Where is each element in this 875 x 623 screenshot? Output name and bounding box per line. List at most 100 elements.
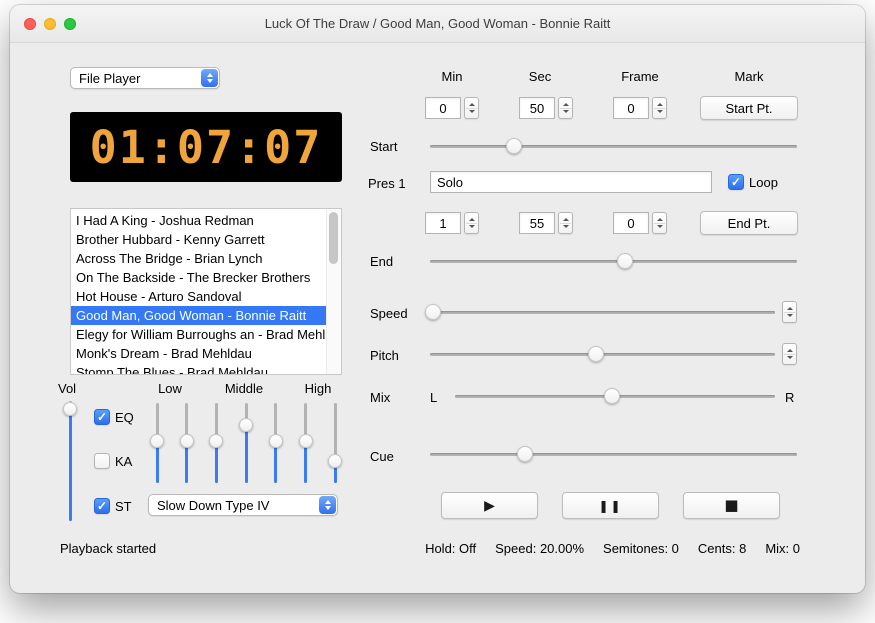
eq-checkbox[interactable]: ✓ EQ bbox=[94, 409, 134, 425]
end-sec-field bbox=[519, 212, 573, 234]
ka-checkbox[interactable]: ✓ KA bbox=[94, 453, 132, 469]
stop-icon: ■ bbox=[724, 496, 739, 514]
eq-band-group bbox=[10, 403, 360, 483]
loop-checkbox[interactable]: ✓ Loop bbox=[728, 174, 778, 190]
checkbox-box[interactable]: ✓ bbox=[94, 498, 110, 514]
stepper-down-icon[interactable] bbox=[786, 356, 793, 359]
cue-slider[interactable] bbox=[430, 446, 797, 462]
pause-button[interactable]: ❚❚ bbox=[562, 492, 659, 519]
slowdown-type-select[interactable]: Slow Down Type IV bbox=[148, 494, 338, 516]
slider-thumb[interactable] bbox=[517, 446, 534, 462]
check-icon: ✓ bbox=[96, 499, 108, 513]
slider-thumb[interactable] bbox=[209, 434, 224, 449]
stepper-down-icon[interactable] bbox=[468, 225, 475, 228]
start-sec-input[interactable] bbox=[519, 97, 555, 119]
check-icon: ✓ bbox=[96, 410, 108, 424]
start-min-field bbox=[425, 97, 479, 119]
eq-band-slider[interactable] bbox=[239, 403, 254, 483]
pitch-slider[interactable] bbox=[430, 346, 775, 362]
start-min-stepper[interactable] bbox=[464, 97, 479, 119]
checkbox-box[interactable]: ✓ bbox=[728, 174, 744, 190]
end-sec-stepper[interactable] bbox=[558, 212, 573, 234]
eq-band-slider[interactable] bbox=[328, 403, 343, 483]
stepper-up-icon[interactable] bbox=[562, 103, 569, 106]
slider-track bbox=[430, 144, 797, 148]
stepper-down-icon[interactable] bbox=[656, 225, 663, 228]
eq-band-slider[interactable] bbox=[298, 403, 313, 483]
end-frame-stepper[interactable] bbox=[652, 212, 667, 234]
list-item[interactable]: Across The Bridge - Brian Lynch bbox=[71, 249, 326, 268]
checkbox-box[interactable]: ✓ bbox=[94, 453, 110, 469]
end-point-button[interactable]: End Pt. bbox=[700, 211, 798, 235]
slider-thumb[interactable] bbox=[298, 434, 313, 449]
start-min-input[interactable] bbox=[425, 97, 461, 119]
st-checkbox[interactable]: ✓ ST bbox=[94, 498, 132, 514]
start-sec-stepper[interactable] bbox=[558, 97, 573, 119]
stepper-up-icon[interactable] bbox=[468, 103, 475, 106]
mix-slider[interactable] bbox=[455, 388, 775, 404]
pres-input[interactable] bbox=[430, 171, 712, 193]
scrollbar-thumb[interactable] bbox=[329, 212, 338, 264]
slider-thumb[interactable] bbox=[603, 388, 620, 404]
start-label: Start bbox=[370, 139, 398, 154]
slider-thumb[interactable] bbox=[616, 253, 633, 269]
slider-thumb[interactable] bbox=[425, 304, 442, 320]
list-item[interactable]: Elegy for William Burroughs an - Brad Me… bbox=[71, 325, 326, 344]
low-label: Low bbox=[158, 381, 182, 396]
pause-icon: ❚❚ bbox=[598, 498, 623, 513]
end-min-stepper[interactable] bbox=[464, 212, 479, 234]
playlist-scrollbar[interactable] bbox=[326, 209, 341, 374]
list-item[interactable]: Good Man, Good Woman - Bonnie Raitt bbox=[71, 306, 326, 325]
slider-fill bbox=[244, 425, 248, 483]
end-sec-input[interactable] bbox=[519, 212, 555, 234]
eq-band-slider[interactable] bbox=[268, 403, 283, 483]
stepper-up-icon[interactable] bbox=[786, 307, 793, 310]
play-button[interactable]: ▶ bbox=[441, 492, 538, 519]
mode-select[interactable]: File Player bbox=[70, 67, 220, 89]
end-min-input[interactable] bbox=[425, 212, 461, 234]
slider-thumb[interactable] bbox=[328, 454, 343, 469]
start-frame-stepper[interactable] bbox=[652, 97, 667, 119]
eq-band-slider[interactable] bbox=[179, 403, 194, 483]
start-point-button[interactable]: Start Pt. bbox=[700, 96, 798, 120]
end-slider[interactable] bbox=[430, 253, 797, 269]
list-item[interactable]: Monk's Dream - Brad Mehldau bbox=[71, 344, 326, 363]
stepper-up-icon[interactable] bbox=[786, 349, 793, 352]
stepper-up-icon[interactable] bbox=[656, 103, 663, 106]
window-title: Luck Of The Draw / Good Man, Good Woman … bbox=[264, 16, 611, 31]
stepper-down-icon[interactable] bbox=[562, 225, 569, 228]
stepper-down-icon[interactable] bbox=[562, 110, 569, 113]
title-bar[interactable]: Luck Of The Draw / Good Man, Good Woman … bbox=[10, 5, 865, 43]
list-item[interactable]: Brother Hubbard - Kenny Garrett bbox=[71, 230, 326, 249]
col-header-frame: Frame bbox=[621, 69, 659, 84]
stepper-up-icon[interactable] bbox=[562, 218, 569, 221]
slider-thumb[interactable] bbox=[587, 346, 604, 362]
speed-stepper[interactable] bbox=[782, 301, 797, 323]
stepper-up-icon[interactable] bbox=[468, 218, 475, 221]
eq-band-slider[interactable] bbox=[150, 403, 164, 483]
checkbox-box[interactable]: ✓ bbox=[94, 409, 110, 425]
stepper-up-icon[interactable] bbox=[656, 218, 663, 221]
slider-thumb[interactable] bbox=[179, 434, 194, 449]
slider-thumb[interactable] bbox=[268, 434, 283, 449]
start-frame-field bbox=[613, 97, 667, 119]
playlist-items: I Had A King - Joshua Redman Brother Hubb… bbox=[71, 211, 326, 374]
end-frame-input[interactable] bbox=[613, 212, 649, 234]
start-slider[interactable] bbox=[430, 138, 797, 154]
stop-button[interactable]: ■ bbox=[683, 492, 780, 519]
stepper-down-icon[interactable] bbox=[786, 314, 793, 317]
stepper-down-icon[interactable] bbox=[656, 110, 663, 113]
stepper-down-icon[interactable] bbox=[468, 110, 475, 113]
slider-thumb[interactable] bbox=[150, 434, 164, 449]
start-frame-input[interactable] bbox=[613, 97, 649, 119]
list-item[interactable]: Stomp The Blues - Brad Mehldau bbox=[71, 363, 326, 374]
slider-thumb[interactable] bbox=[506, 138, 523, 154]
play-icon: ▶ bbox=[484, 497, 495, 514]
pitch-stepper[interactable] bbox=[782, 343, 797, 365]
list-item[interactable]: I Had A King - Joshua Redman bbox=[71, 211, 326, 230]
list-item[interactable]: On The Backside - The Brecker Brothers bbox=[71, 268, 326, 287]
eq-band-slider[interactable] bbox=[209, 403, 224, 483]
speed-slider[interactable] bbox=[425, 304, 775, 320]
slider-thumb[interactable] bbox=[239, 418, 254, 433]
list-item[interactable]: Hot House - Arturo Sandoval bbox=[71, 287, 326, 306]
